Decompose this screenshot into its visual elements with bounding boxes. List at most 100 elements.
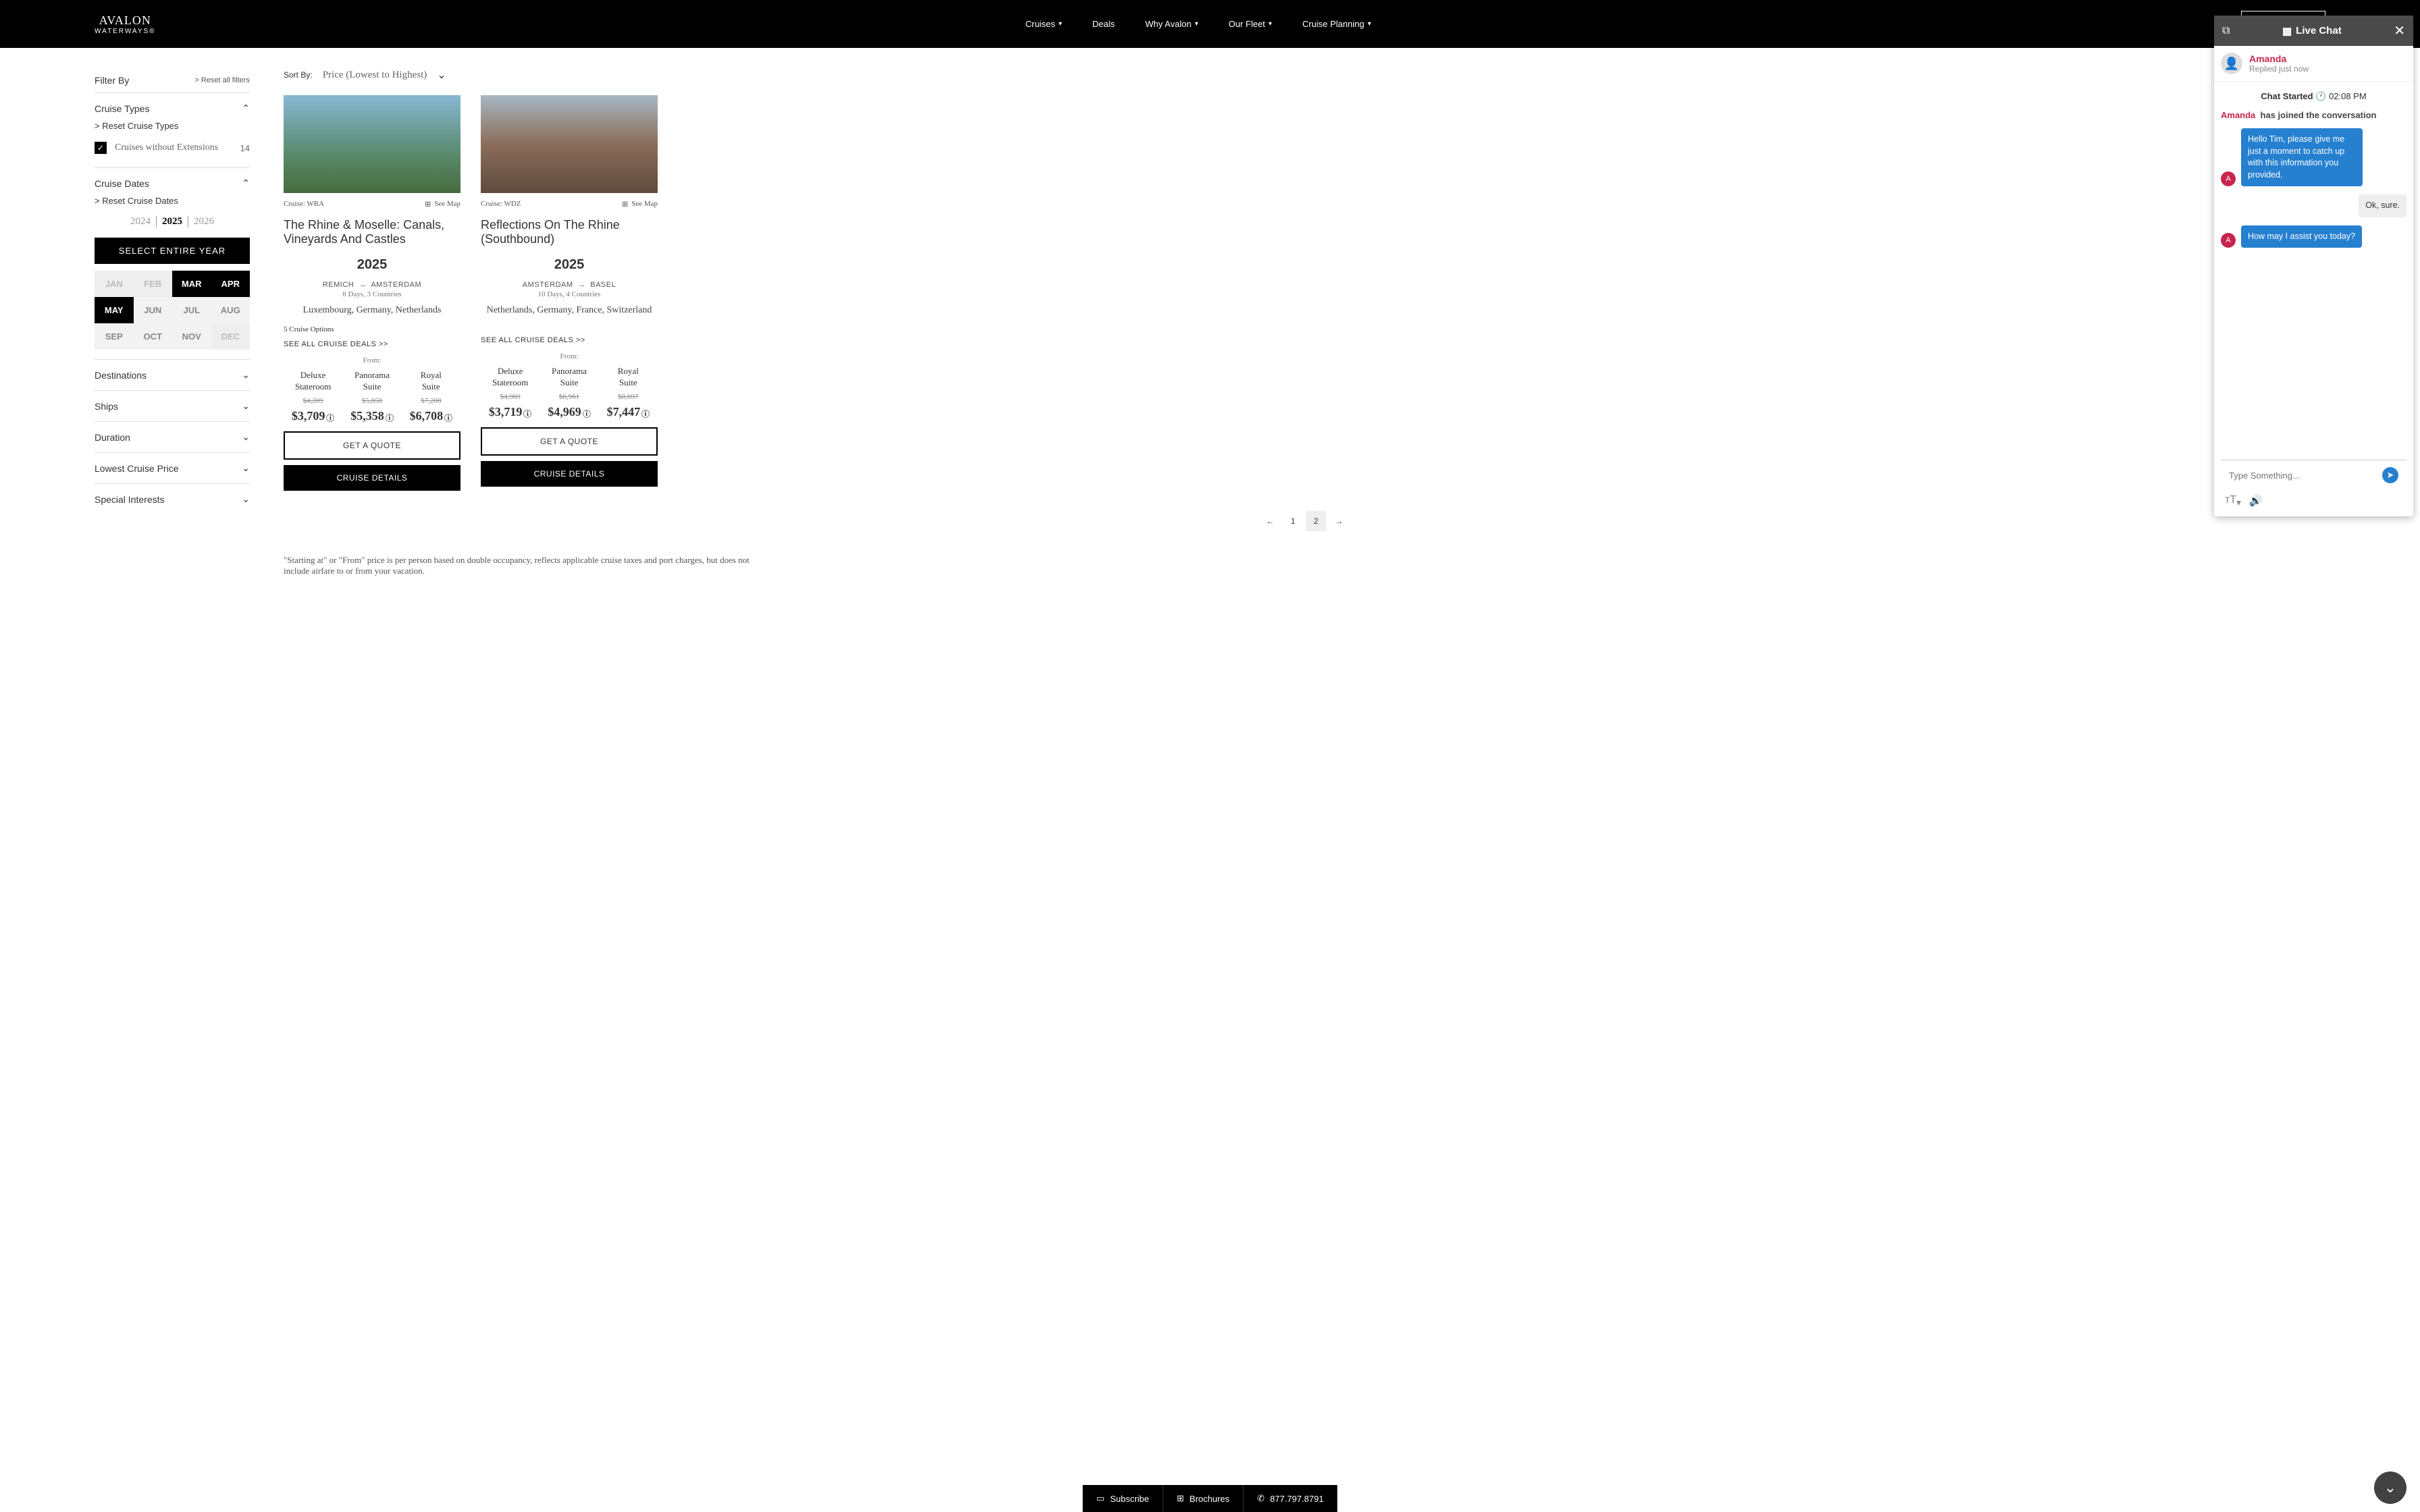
header: AVALON WATERWAYS® Cruises▾ Deals Why Ava… <box>0 0 2420 48</box>
sort-by-label: Sort By: <box>284 70 313 80</box>
new-price: $4,969i <box>548 405 591 419</box>
price-column: DeluxeStateroom$4,969$3,719i <box>489 366 532 419</box>
info-icon[interactable]: i <box>523 410 531 418</box>
get-quote-button[interactable]: GET A QUOTE <box>481 427 658 456</box>
live-chat-panel: ⧉ ▩Live Chat ✕ 👤 Amanda Replied just now… <box>2214 16 2413 516</box>
nav-cruises[interactable]: Cruises▾ <box>1026 19 1062 29</box>
nav-why-avalon[interactable]: Why Avalon▾ <box>1145 19 1198 29</box>
info-icon[interactable]: i <box>326 414 334 422</box>
chevron-down-icon: ⌄ <box>242 431 250 443</box>
new-price: $6,708i <box>410 409 453 423</box>
price-type: PanoramaSuite <box>548 366 591 389</box>
filter-label: Cruises without Extensions <box>115 142 232 153</box>
info-icon[interactable]: i <box>641 410 650 418</box>
month-jan[interactable]: JAN <box>95 271 134 297</box>
pagination: ← 1 2 → <box>284 491 2325 551</box>
checkbox-checked-icon[interactable]: ✓ <box>95 142 107 154</box>
page-prev[interactable]: ← <box>1260 511 1280 531</box>
subscribe-button[interactable]: ▭Subscribe <box>1083 1485 1163 1512</box>
cruise-image[interactable] <box>481 95 658 193</box>
month-apr[interactable]: APR <box>211 271 251 297</box>
cruise-types-header[interactable]: Cruise Types ⌃ <box>95 103 250 114</box>
select-entire-year-button[interactable]: SELECT ENTIRE YEAR <box>95 238 250 264</box>
ships-header[interactable]: Ships⌄ <box>95 400 250 412</box>
old-price: $8,697 <box>607 389 650 405</box>
month-oct[interactable]: OCT <box>134 323 173 350</box>
lowest-price-header[interactable]: Lowest Cruise Price⌄ <box>95 462 250 474</box>
chevron-down-icon[interactable]: ⌄ <box>437 68 446 82</box>
new-price: $7,447i <box>607 405 650 419</box>
agent-avatar-small: A <box>2221 171 2236 186</box>
info-icon[interactable]: i <box>444 414 452 422</box>
nav-fleet[interactable]: Our Fleet▾ <box>1228 19 1271 29</box>
sound-icon[interactable]: 🔊 <box>2249 494 2263 508</box>
chevron-down-icon: ⌄ <box>242 493 250 505</box>
month-feb[interactable]: FEB <box>134 271 173 297</box>
brochures-button[interactable]: ⊞Brochures <box>1163 1485 1244 1512</box>
info-icon[interactable]: i <box>583 410 591 418</box>
reset-cruise-dates-link[interactable]: > Reset Cruise Dates <box>95 189 250 213</box>
chevron-down-icon: ⌄ <box>242 400 250 412</box>
cruise-dates-header[interactable]: Cruise Dates ⌃ <box>95 178 250 189</box>
duration-header[interactable]: Duration⌄ <box>95 431 250 443</box>
chevron-down-icon: ⌄ <box>2384 1479 2396 1496</box>
month-jun[interactable]: JUN <box>134 297 173 323</box>
cruise-title[interactable]: The Rhine & Moselle: Canals, Vineyards A… <box>284 215 461 249</box>
filter-checkbox-row[interactable]: ✓ Cruises without Extensions 14 <box>95 138 250 158</box>
price-type: DeluxeStateroom <box>292 370 335 393</box>
close-icon[interactable]: ✕ <box>2394 22 2405 39</box>
price-type: RoyalSuite <box>607 366 650 389</box>
page-next[interactable]: → <box>1329 511 1349 531</box>
year-2024[interactable]: 2024 <box>130 216 151 227</box>
logo[interactable]: AVALON WATERWAYS® <box>95 14 156 35</box>
month-mar[interactable]: MAR <box>172 271 211 297</box>
month-aug[interactable]: AUG <box>211 297 251 323</box>
destinations-header[interactable]: Destinations⌄ <box>95 369 250 381</box>
month-may[interactable]: MAY <box>95 297 134 323</box>
from-label: From: <box>481 347 658 366</box>
page-1[interactable]: 1 <box>1283 511 1303 531</box>
month-nov[interactable]: NOV <box>172 323 211 350</box>
sort-by-value[interactable]: Price (Lowest to Highest) <box>323 70 427 81</box>
popout-icon[interactable]: ⧉ <box>2222 25 2230 37</box>
info-icon[interactable]: i <box>386 414 394 422</box>
cruise-image[interactable] <box>284 95 461 193</box>
price-column: RoyalSuite$7,208$6,708i <box>410 370 453 423</box>
chevron-up-icon: ⌃ <box>242 103 250 114</box>
chat-message-agent: How may I assist you today? <box>2241 225 2362 248</box>
chevron-up-icon: ⌃ <box>242 178 250 189</box>
cruise-year: 2025 <box>284 249 461 281</box>
get-quote-button[interactable]: GET A QUOTE <box>284 431 461 460</box>
cruise-title[interactable]: Reflections On The Rhine (Southbound) <box>481 215 658 249</box>
reset-all-filters-link[interactable]: > Reset all filters <box>194 76 250 84</box>
see-deals-link[interactable]: SEE ALL CRUISE DEALS >> <box>481 333 658 347</box>
text-size-icon[interactable]: ᴛT▾ <box>2225 494 2241 508</box>
map-icon: ⊞ <box>622 200 628 209</box>
special-interests-header[interactable]: Special Interests⌄ <box>95 493 250 505</box>
reset-cruise-types-link[interactable]: > Reset Cruise Types <box>95 114 250 138</box>
cruise-details-button[interactable]: CRUISE DETAILS <box>284 465 461 491</box>
phone-button[interactable]: ✆877.797.8791 <box>1244 1485 1337 1512</box>
month-sep[interactable]: SEP <box>95 323 134 350</box>
month-jul[interactable]: JUL <box>172 297 211 323</box>
chevron-down-icon: ▾ <box>1059 20 1062 28</box>
see-map-link[interactable]: ⊞See Map <box>622 200 658 209</box>
filter-count: 14 <box>240 143 250 153</box>
nav-deals[interactable]: Deals <box>1093 19 1115 29</box>
cruise-details-button[interactable]: CRUISE DETAILS <box>481 461 658 487</box>
price-disclaimer: "Starting at" or "From" price is per per… <box>284 551 756 580</box>
year-2026[interactable]: 2026 <box>194 216 214 227</box>
nav-planning[interactable]: Cruise Planning▾ <box>1303 19 1371 29</box>
send-button[interactable]: ➤ <box>2382 467 2398 483</box>
see-deals-link[interactable]: SEE ALL CRUISE DEALS >> <box>284 338 461 351</box>
page-2[interactable]: 2 <box>1306 511 1326 531</box>
chat-input[interactable] <box>2229 470 2382 481</box>
filter-by-label: Filter By <box>95 75 129 86</box>
see-map-link[interactable]: ⊞See Map <box>425 200 461 209</box>
month-dec[interactable]: DEC <box>211 323 251 350</box>
year-2025[interactable]: 2025 <box>156 216 188 227</box>
price-column: RoyalSuite$8,697$7,447i <box>607 366 650 419</box>
newsletter-icon: ▭ <box>1097 1493 1105 1504</box>
price-column: PanoramaSuite$6,961$4,969i <box>548 366 591 419</box>
chat-fab[interactable]: ⌄ <box>2374 1472 2406 1504</box>
